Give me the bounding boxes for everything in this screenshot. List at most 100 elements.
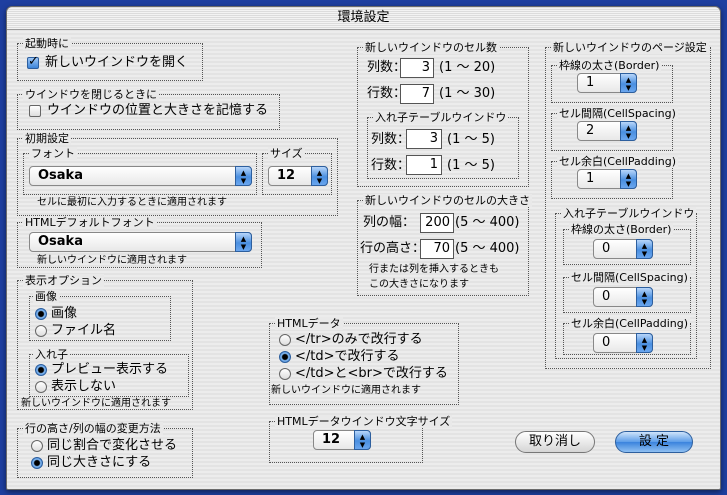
- initial-settings-title: 初期設定: [23, 132, 71, 145]
- size-popup-value: 12: [277, 168, 296, 183]
- up-down-arrows-icon: ▲ ▼: [620, 121, 637, 141]
- col-width-label: 列の幅：: [363, 215, 416, 230]
- nested-spacing-title: セル間隔(CellSpacing): [569, 271, 690, 284]
- same-ratio-radio[interactable]: [31, 440, 43, 452]
- remember-position-label[interactable]: ウインドウの位置と大きさを記憶する: [47, 103, 268, 119]
- html-data-font-size-popup[interactable]: 12 ▲ ▼: [313, 430, 371, 450]
- html-font-popup-value: Osaka: [38, 234, 83, 249]
- same-size-radio[interactable]: [31, 457, 43, 469]
- rows-field[interactable]: 7: [400, 84, 434, 104]
- nested-rows-range: (1 ～ 5): [447, 158, 495, 173]
- window-title: 環境設定: [337, 10, 390, 25]
- spacing-popup-value: 2: [586, 123, 595, 138]
- same-size-label[interactable]: 同じ大きさにする: [47, 455, 151, 471]
- up-down-arrows-icon: ▲ ▼: [235, 166, 252, 186]
- nested-spacing-value: 0: [602, 289, 611, 304]
- preview-radio[interactable]: [35, 364, 47, 376]
- filename-radio-label[interactable]: ファイル名: [51, 323, 116, 339]
- nested-rows-label: 行数：: [371, 158, 411, 173]
- up-down-arrows-icon: ▲ ▼: [636, 239, 653, 259]
- hide-radio-label[interactable]: 表示しない: [51, 379, 116, 395]
- nested-padding-title: セル余白(CellPadding): [569, 317, 690, 330]
- font-popup-value: Osaka: [38, 168, 83, 183]
- nested-border-title: 枠線の太さ(Border): [569, 223, 674, 236]
- padding-popup-value: 1: [586, 171, 595, 186]
- cell-count-title: 新しいウインドウのセル数: [363, 41, 499, 54]
- cancel-button[interactable]: 取り消し: [515, 431, 595, 453]
- display-options-note: 新しいウインドウに適用されます: [21, 398, 171, 409]
- font-group-title: フォント: [29, 147, 77, 160]
- rows-range: (1 ～ 30): [439, 86, 496, 101]
- row-height-field[interactable]: 70: [420, 239, 454, 259]
- tr-only-label[interactable]: </tr>のみで改行する: [295, 332, 423, 348]
- html-data-title: HTMLデータ: [275, 317, 343, 330]
- nested-cell-count-title: 入れ子テーブルウインドウ: [373, 111, 509, 124]
- open-new-window-checkbox[interactable]: [27, 54, 39, 69]
- font-popup[interactable]: Osaka ▲ ▼: [29, 166, 252, 186]
- nested-rows-field[interactable]: 1: [406, 155, 442, 175]
- display-options-title: 表示オプション: [23, 274, 104, 287]
- padding-popup[interactable]: 1 ▲ ▼: [577, 169, 637, 189]
- size-popup[interactable]: 12 ▲ ▼: [268, 166, 328, 186]
- nested-padding-value: 0: [602, 335, 611, 350]
- up-down-arrows-icon: ▲ ▼: [235, 232, 252, 252]
- border-popup-value: 1: [586, 75, 595, 90]
- cols-field[interactable]: 3: [400, 58, 434, 78]
- size-group-title: サイズ: [268, 147, 305, 160]
- close-window-group-title: ウインドウを閉じるときに: [23, 88, 159, 101]
- same-ratio-label[interactable]: 同じ割合で変化させる: [47, 438, 177, 454]
- cell-size-title: 新しいウインドウのセルの大きさ: [363, 194, 532, 207]
- image-group-title: 画像: [33, 290, 59, 303]
- html-data-font-size-value: 12: [322, 432, 341, 447]
- html-default-font-title: HTMLデフォルトフォント: [23, 216, 157, 229]
- nested-padding-popup[interactable]: 0 ▲ ▼: [593, 333, 653, 353]
- nested-cols-range: (1 ～ 5): [447, 132, 495, 147]
- up-down-arrows-icon: ▲ ▼: [620, 73, 637, 93]
- padding-group-title: セル余白(CellPadding): [557, 155, 678, 168]
- border-group-title: 枠線の太さ(Border): [557, 59, 662, 72]
- preferences-window: 環境設定 起動時に 新しいウインドウを開く ウインドウを閉じるときに ウインドウ…: [6, 6, 721, 490]
- cols-range: (1 ～ 20): [439, 60, 496, 75]
- row-col-method-title: 行の高さ/列の幅の変更方法: [23, 422, 163, 435]
- html-font-note: 新しいウインドウに適用されます: [37, 255, 187, 266]
- row-height-label: 行の高さ：: [360, 241, 426, 256]
- up-down-arrows-icon: ▲ ▼: [620, 169, 637, 189]
- image-radio-label[interactable]: 画像: [51, 306, 77, 322]
- td-label[interactable]: </td>で改行する: [295, 349, 400, 365]
- nested-border-value: 0: [602, 241, 611, 256]
- col-width-field[interactable]: 200: [420, 213, 454, 233]
- html-data-font-size-title: HTMLデータウインドウ文字サイズ: [275, 415, 453, 428]
- col-width-range: (5 ～ 400): [455, 215, 520, 230]
- nested-cols-field[interactable]: 3: [406, 129, 442, 149]
- hide-radio[interactable]: [35, 381, 47, 393]
- page-settings-title: 新しいウインドウのページ設定: [551, 41, 709, 54]
- nest-group-title: 入れ子: [33, 348, 70, 361]
- nested-border-popup[interactable]: 0 ▲ ▼: [593, 239, 653, 259]
- initial-settings-note: セルに最初に入力するときに適用されます: [37, 197, 227, 208]
- nested-page-title: 入れ子テーブルウインドウ: [561, 207, 697, 220]
- nested-spacing-popup[interactable]: 0 ▲ ▼: [593, 287, 653, 307]
- spacing-popup[interactable]: 2 ▲ ▼: [577, 121, 637, 141]
- td-radio[interactable]: [279, 351, 291, 363]
- up-down-arrows-icon: ▲ ▼: [354, 430, 371, 450]
- cell-size-note-1: 行または列を挿入するときも: [369, 264, 499, 275]
- row-height-range: (5 ～ 400): [455, 241, 520, 256]
- filename-radio[interactable]: [35, 325, 47, 337]
- border-popup[interactable]: 1 ▲ ▼: [577, 73, 637, 93]
- html-data-note: 新しいウインドウに適用されます: [271, 385, 421, 396]
- spacing-group-title: セル間隔(CellSpacing): [557, 107, 678, 120]
- open-new-window-label[interactable]: 新しいウインドウを開く: [45, 55, 188, 71]
- tr-only-radio[interactable]: [279, 334, 291, 346]
- preview-radio-label[interactable]: プレビュー表示する: [51, 362, 168, 378]
- td-br-label[interactable]: </td>と<br>で改行する: [295, 366, 448, 382]
- image-radio[interactable]: [35, 308, 47, 320]
- remember-position-checkbox[interactable]: [29, 105, 41, 117]
- td-br-radio[interactable]: [279, 368, 291, 380]
- html-font-popup[interactable]: Osaka ▲ ▼: [29, 232, 252, 252]
- ok-button[interactable]: 設 定: [615, 431, 693, 453]
- up-down-arrows-icon: ▲ ▼: [311, 166, 328, 186]
- title-bar[interactable]: 環境設定: [7, 7, 720, 30]
- startup-group-title: 起動時に: [23, 37, 71, 50]
- nested-cols-label: 列数：: [371, 132, 411, 147]
- up-down-arrows-icon: ▲ ▼: [636, 333, 653, 353]
